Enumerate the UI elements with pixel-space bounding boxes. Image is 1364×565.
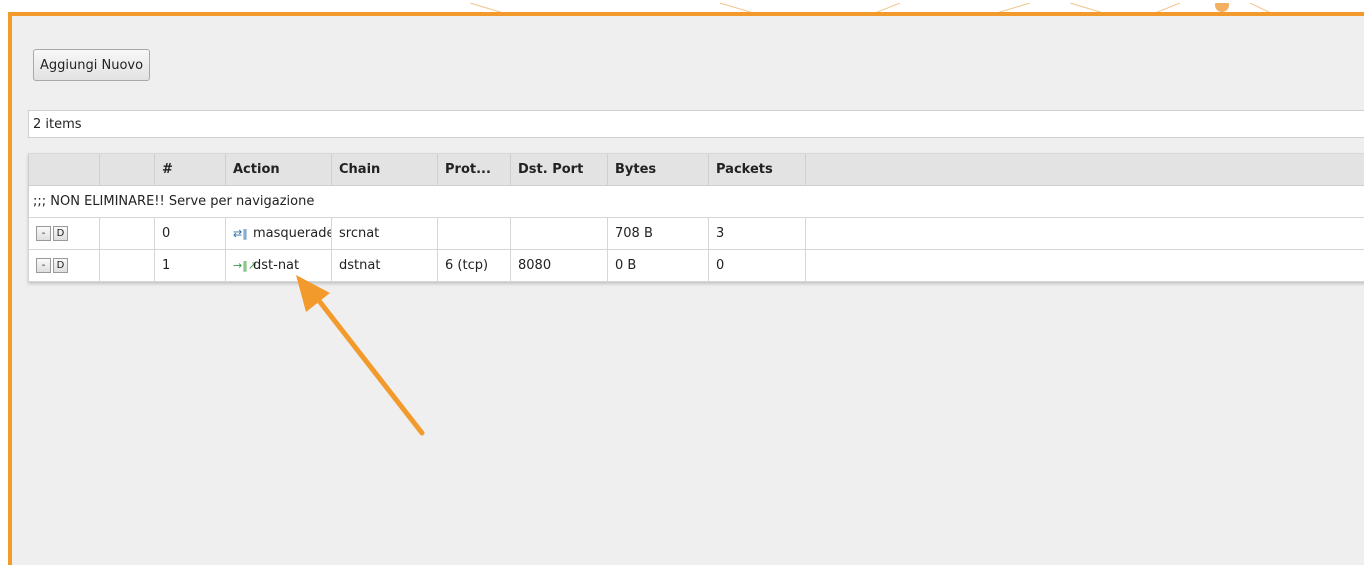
nat-rules-table: # Action Chain Prot... Dst. Port Bytes P… bbox=[28, 153, 1364, 282]
row-buttons-cell: -D bbox=[28, 249, 100, 282]
column-header-protocol[interactable]: Prot... bbox=[437, 153, 511, 186]
decorative-dot bbox=[1215, 0, 1229, 12]
table-header-row: # Action Chain Prot... Dst. Port Bytes P… bbox=[28, 153, 1364, 186]
column-header-buttons bbox=[28, 153, 100, 186]
column-header-flags bbox=[99, 153, 155, 186]
table-row[interactable]: -D 1 →‖↗dst-nat dstnat 6 (tcp) 8080 0 B … bbox=[28, 249, 1364, 282]
flags-cell bbox=[99, 249, 155, 282]
action-label: dst-nat bbox=[253, 258, 300, 273]
column-header-chain[interactable]: Chain bbox=[331, 153, 438, 186]
masquerade-icon: ⇄‖ bbox=[233, 227, 248, 240]
items-count: 2 items bbox=[33, 116, 82, 132]
bytes-cell: 0 B bbox=[607, 249, 709, 282]
add-new-button[interactable]: Aggiungi Nuovo bbox=[33, 49, 151, 81]
filler-cell bbox=[805, 249, 1364, 282]
column-header-dst-port[interactable]: Dst. Port bbox=[510, 153, 608, 186]
items-count-bar: 2 items bbox=[28, 110, 1364, 138]
disable-button[interactable]: D bbox=[53, 226, 68, 241]
action-cell: →‖↗dst-nat bbox=[225, 249, 332, 282]
column-header-bytes[interactable]: Bytes bbox=[607, 153, 709, 186]
packets-cell: 3 bbox=[708, 217, 806, 250]
bytes-cell: 708 B bbox=[607, 217, 709, 250]
remove-button[interactable]: - bbox=[36, 226, 51, 241]
table-row[interactable]: -D 0 ⇄‖ masquerade srcnat 708 B 3 bbox=[28, 217, 1364, 250]
dst-port-cell: 8080 bbox=[510, 249, 608, 282]
flags-cell bbox=[99, 217, 155, 250]
protocol-cell: 6 (tcp) bbox=[437, 249, 511, 282]
dst-port-cell bbox=[510, 217, 608, 250]
column-header-packets[interactable]: Packets bbox=[708, 153, 806, 186]
column-header-filler bbox=[805, 153, 1364, 186]
dst-nat-icon: →‖↗ bbox=[233, 259, 257, 272]
column-header-action[interactable]: Action bbox=[225, 153, 332, 186]
protocol-cell bbox=[437, 217, 511, 250]
disable-button[interactable]: D bbox=[53, 258, 68, 273]
num-cell: 1 bbox=[154, 249, 226, 282]
column-header-num[interactable]: # bbox=[154, 153, 226, 186]
num-cell: 0 bbox=[154, 217, 226, 250]
comment-row: ;;; NON ELIMINARE!! Serve per navigazion… bbox=[28, 185, 1364, 218]
remove-button[interactable]: - bbox=[36, 258, 51, 273]
decorative-pattern bbox=[469, 0, 1270, 12]
filler-cell bbox=[805, 217, 1364, 250]
header-strip bbox=[0, 0, 1364, 12]
chain-cell: dstnat bbox=[331, 249, 438, 282]
row-buttons-cell: -D bbox=[28, 217, 100, 250]
action-label: masquerade bbox=[253, 226, 332, 241]
chain-cell: srcnat bbox=[331, 217, 438, 250]
packets-cell: 0 bbox=[708, 249, 806, 282]
main-panel: Aggiungi Nuovo 2 items # Action Chain Pr… bbox=[8, 12, 1364, 565]
action-cell: ⇄‖ masquerade bbox=[225, 217, 332, 250]
rule-comment: ;;; NON ELIMINARE!! Serve per navigazion… bbox=[28, 185, 1364, 218]
